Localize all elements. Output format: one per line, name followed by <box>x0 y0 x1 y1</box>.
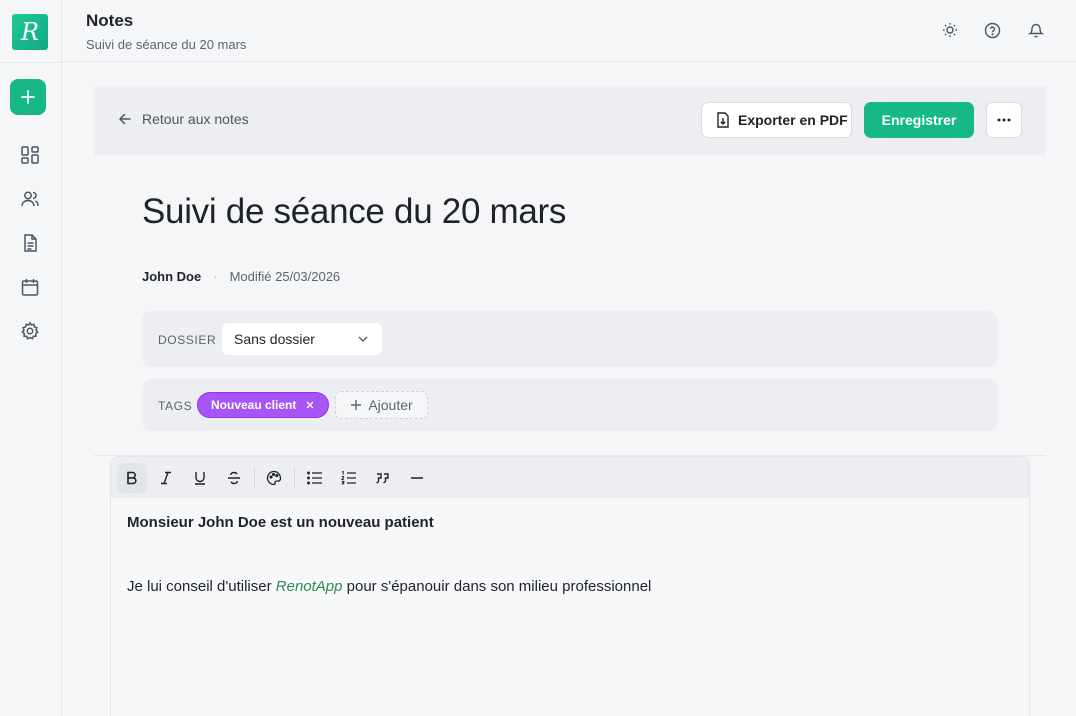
bullet-list-icon <box>307 471 322 485</box>
underline-button[interactable] <box>185 463 215 493</box>
help-circle-icon <box>984 22 1000 38</box>
strikethrough-button[interactable] <box>219 463 249 493</box>
note-meta: John Doe · Modifié 25/03/2026 <box>142 269 340 284</box>
editor-toolbar <box>111 457 1029 498</box>
more-options-button[interactable] <box>986 102 1022 138</box>
chevron-down-icon <box>358 336 368 342</box>
sidebar-item-notes[interactable] <box>19 232 41 254</box>
editor-content[interactable]: Monsieur John Doe est un nouveau patient… <box>111 498 1029 716</box>
quote-icon <box>376 473 389 484</box>
new-item-button[interactable] <box>10 79 46 115</box>
sidebar-item-settings[interactable] <box>19 320 41 342</box>
note-toolbar: Retour aux notes Exporter en PDF Enregis… <box>94 86 1046 155</box>
save-label: Enregistrer <box>881 112 957 128</box>
text-color-button[interactable] <box>259 463 289 493</box>
calendar-icon <box>21 279 39 296</box>
minus-icon <box>411 477 423 479</box>
rich-text-editor: Monsieur John Doe est un nouveau patient… <box>110 456 1030 716</box>
close-icon[interactable] <box>306 401 314 409</box>
folder-panel: DOSSIER Sans dossier <box>142 311 998 367</box>
sun-icon <box>943 23 957 37</box>
users-icon <box>21 191 39 207</box>
export-pdf-button[interactable]: Exporter en PDF <box>701 102 852 138</box>
app-logo[interactable]: R <box>12 14 48 50</box>
toolbar-separator <box>254 467 255 489</box>
note-author: John Doe <box>142 269 202 284</box>
add-tag-label: Ajouter <box>368 397 413 413</box>
italic-icon <box>161 471 171 485</box>
app-link-text: RenotApp <box>275 578 343 595</box>
meta-separator: · <box>213 269 218 284</box>
paragraph-text-end: pour s'épanouir dans son milieu professi… <box>342 578 652 595</box>
save-button[interactable]: Enregistrer <box>864 102 974 138</box>
numbered-list-button[interactable] <box>334 463 364 493</box>
tags-label: TAGS <box>158 399 193 413</box>
bullet-list-button[interactable] <box>300 463 330 493</box>
paragraph-text: Je lui conseil d'utiliser <box>127 578 276 595</box>
bold-icon <box>127 471 137 485</box>
folder-select[interactable]: Sans dossier <box>222 323 382 355</box>
theme-toggle-button[interactable] <box>939 19 961 41</box>
plus-icon <box>21 90 35 104</box>
sidebar-divider <box>0 62 61 63</box>
folder-select-value: Sans dossier <box>234 331 315 347</box>
numbered-list-icon <box>341 471 356 485</box>
gear-icon <box>21 321 39 340</box>
tag-chip[interactable]: Nouveau client <box>197 392 330 418</box>
blockquote-button[interactable] <box>368 463 398 493</box>
sidebar: R <box>0 0 62 716</box>
plus-icon <box>351 400 362 410</box>
sidebar-item-clients[interactable] <box>19 188 41 210</box>
notifications-button[interactable] <box>1025 19 1047 41</box>
arrow-left-icon <box>118 113 131 125</box>
folder-label: DOSSIER <box>158 333 217 347</box>
grid-icon <box>21 146 39 164</box>
paragraph: Je lui conseil d'utiliser RenotApp pour … <box>127 578 651 595</box>
add-tag-button[interactable]: Ajouter <box>335 391 428 419</box>
back-label: Retour aux notes <box>142 111 249 127</box>
bold-button[interactable] <box>117 463 147 493</box>
underline-icon <box>195 472 205 485</box>
bell-icon <box>1028 23 1044 38</box>
note-modified-date: Modifié 25/03/2026 <box>229 269 341 284</box>
paragraph-bold: Monsieur John Doe est un nouveau patient <box>127 514 434 531</box>
page-header: Notes Suivi de séance du 20 mars <box>62 0 1076 62</box>
tags-panel: TAGS Nouveau client Ajouter <box>142 379 998 431</box>
page-title: Notes <box>86 11 134 30</box>
tag-label: Nouveau client <box>211 398 297 412</box>
toolbar-separator <box>294 467 295 489</box>
horizontal-rule-button[interactable] <box>402 463 432 493</box>
file-text-icon <box>24 234 37 252</box>
page-subtitle: Suivi de séance du 20 mars <box>86 37 247 52</box>
italic-button[interactable] <box>151 463 181 493</box>
palette-icon <box>266 470 282 486</box>
back-to-notes-link[interactable]: Retour aux notes <box>118 111 249 127</box>
note-title[interactable]: Suivi de séance du 20 mars <box>142 192 566 232</box>
strikethrough-icon <box>228 471 240 485</box>
sidebar-item-dashboard[interactable] <box>19 144 41 166</box>
more-horizontal-icon <box>997 118 1011 122</box>
sidebar-item-calendar[interactable] <box>19 276 41 298</box>
export-pdf-label: Exporter en PDF <box>738 112 848 128</box>
help-button[interactable] <box>981 19 1003 41</box>
file-download-icon <box>717 112 729 128</box>
